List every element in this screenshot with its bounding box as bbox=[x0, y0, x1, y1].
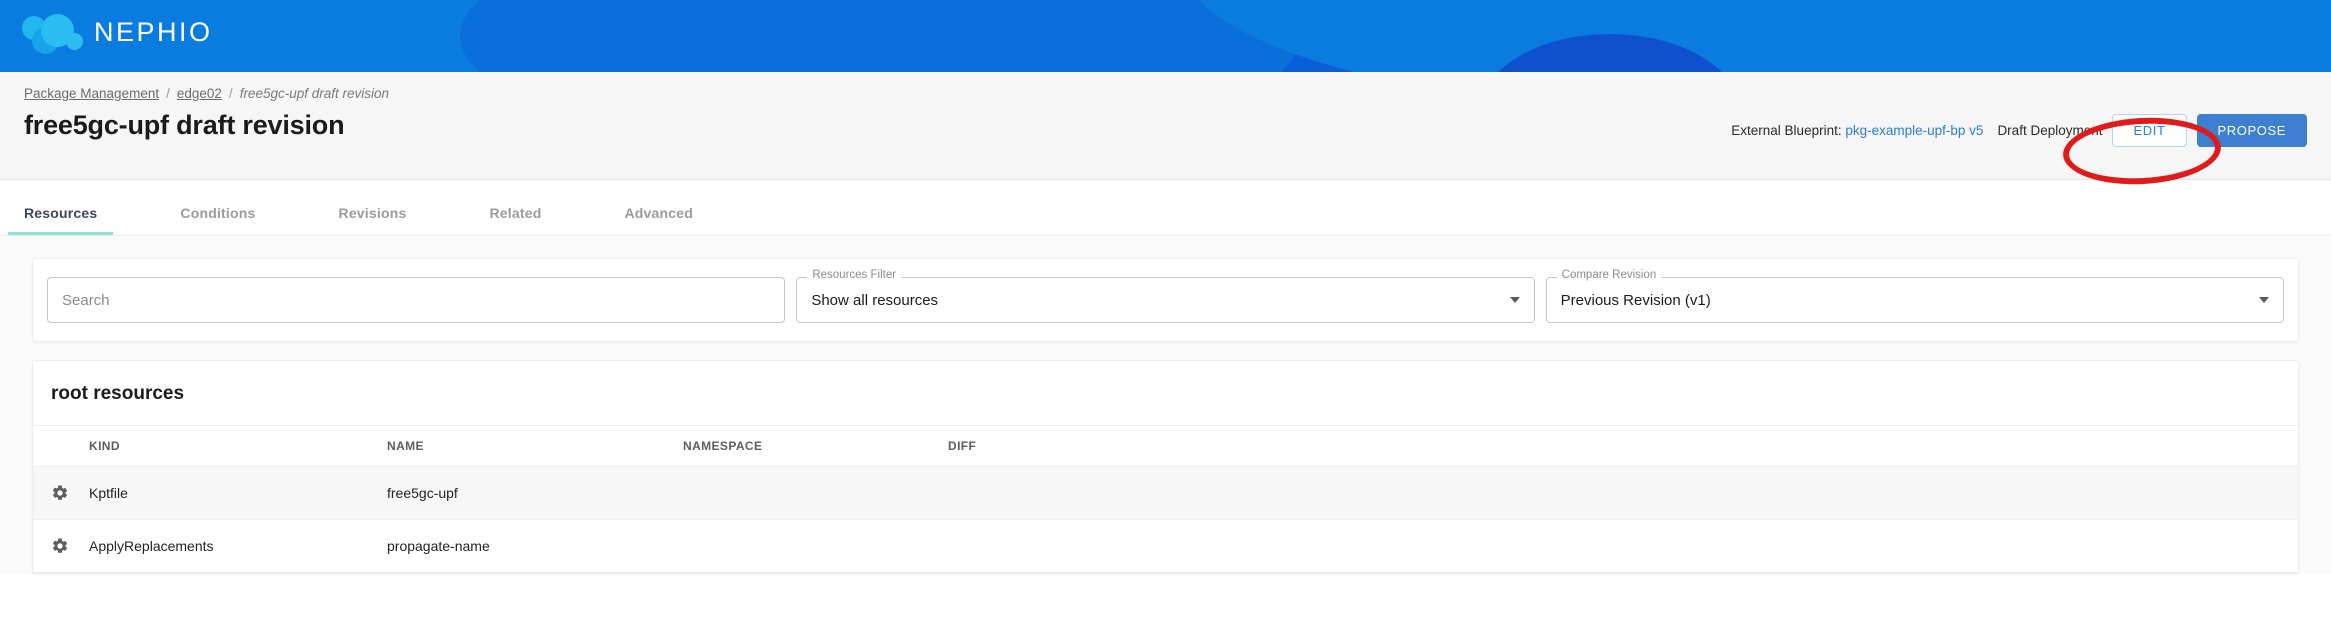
sub-header: Package Management / edge02 / free5gc-up… bbox=[0, 72, 2331, 180]
chevron-down-icon bbox=[2259, 297, 2269, 303]
row-diff bbox=[948, 520, 2298, 573]
app-logo[interactable]: NEPHIO bbox=[22, 10, 213, 55]
logo-text: NEPHIO bbox=[94, 19, 213, 46]
row-name: propagate-name bbox=[387, 520, 683, 573]
row-name: free5gc-upf bbox=[387, 467, 683, 520]
row-icon-cell bbox=[33, 467, 89, 520]
column-header-namespace[interactable]: NAMESPACE bbox=[683, 426, 948, 467]
resources-filter-field: Resources Filter Show all resources bbox=[796, 277, 1534, 323]
table-header-row: KIND NAME NAMESPACE DIFF bbox=[33, 426, 2298, 467]
row-kind: ApplyReplacements bbox=[89, 520, 387, 573]
row-kind: Kptfile bbox=[89, 467, 387, 520]
compare-revision-value: Previous Revision (v1) bbox=[1561, 292, 1711, 309]
breadcrumb-item-current: free5gc-upf draft revision bbox=[240, 86, 389, 101]
column-header-kind[interactable]: KIND bbox=[89, 426, 387, 467]
row-namespace bbox=[683, 467, 948, 520]
propose-button[interactable]: PROPOSE bbox=[2197, 114, 2308, 147]
resources-table: KIND NAME NAMESPACE DIFF Kptfile free5gc… bbox=[33, 426, 2298, 573]
breadcrumb-separator: / bbox=[166, 86, 170, 101]
edit-button[interactable]: EDIT bbox=[2112, 114, 2186, 147]
tab-related[interactable]: Related bbox=[489, 205, 541, 235]
banner-decoration bbox=[0, 0, 2331, 72]
main-content: Search Resources Filter Show all resourc… bbox=[0, 236, 2331, 574]
column-header-icon bbox=[33, 426, 89, 467]
resources-filter-value: Show all resources bbox=[811, 292, 938, 309]
compare-revision-select[interactable]: Previous Revision (v1) bbox=[1546, 277, 2284, 323]
tab-advanced[interactable]: Advanced bbox=[624, 205, 693, 235]
tab-bar: Resources Conditions Revisions Related A… bbox=[0, 180, 2331, 236]
search-input[interactable]: Search bbox=[47, 277, 785, 323]
compare-revision-field: Compare Revision Previous Revision (v1) bbox=[1546, 277, 2284, 323]
chevron-down-icon bbox=[1510, 297, 1520, 303]
breadcrumb-item-package-management[interactable]: Package Management bbox=[24, 86, 159, 101]
column-header-diff[interactable]: DIFF bbox=[948, 426, 2298, 467]
table-row[interactable]: ApplyReplacements propagate-name bbox=[33, 520, 2298, 573]
resources-filter-label: Resources Filter bbox=[807, 269, 901, 281]
deployment-status: Draft Deployment bbox=[1997, 123, 2102, 138]
external-blueprint-label: External Blueprint: bbox=[1731, 123, 1841, 138]
resources-table-card: root resources KIND NAME NAMESPACE DIFF bbox=[32, 360, 2299, 574]
resources-filter-select[interactable]: Show all resources bbox=[796, 277, 1534, 323]
row-icon-cell bbox=[33, 520, 89, 573]
external-blueprint-info: External Blueprint: pkg-example-upf-bp v… bbox=[1731, 123, 1983, 138]
breadcrumb-item-edge02[interactable]: edge02 bbox=[177, 86, 222, 101]
app-header: NEPHIO bbox=[0, 0, 2331, 72]
resources-section-title: root resources bbox=[33, 361, 2298, 426]
filters-panel: Search Resources Filter Show all resourc… bbox=[32, 258, 2299, 342]
gear-icon bbox=[51, 484, 69, 502]
tab-revisions[interactable]: Revisions bbox=[339, 205, 407, 235]
compare-revision-label: Compare Revision bbox=[1557, 269, 1662, 281]
table-row[interactable]: Kptfile free5gc-upf bbox=[33, 467, 2298, 520]
search-field: Search bbox=[47, 277, 785, 323]
row-namespace bbox=[683, 520, 948, 573]
column-header-name[interactable]: NAME bbox=[387, 426, 683, 467]
gear-icon bbox=[51, 537, 69, 555]
tab-resources[interactable]: Resources bbox=[24, 205, 97, 235]
nephio-circles-logo bbox=[22, 10, 82, 55]
tab-conditions[interactable]: Conditions bbox=[180, 205, 255, 235]
breadcrumb: Package Management / edge02 / free5gc-up… bbox=[24, 86, 2307, 101]
header-actions: External Blueprint: pkg-example-upf-bp v… bbox=[1731, 114, 2307, 147]
external-blueprint-link[interactable]: pkg-example-upf-bp v5 bbox=[1845, 123, 1983, 138]
row-diff bbox=[948, 467, 2298, 520]
breadcrumb-separator: / bbox=[229, 86, 233, 101]
